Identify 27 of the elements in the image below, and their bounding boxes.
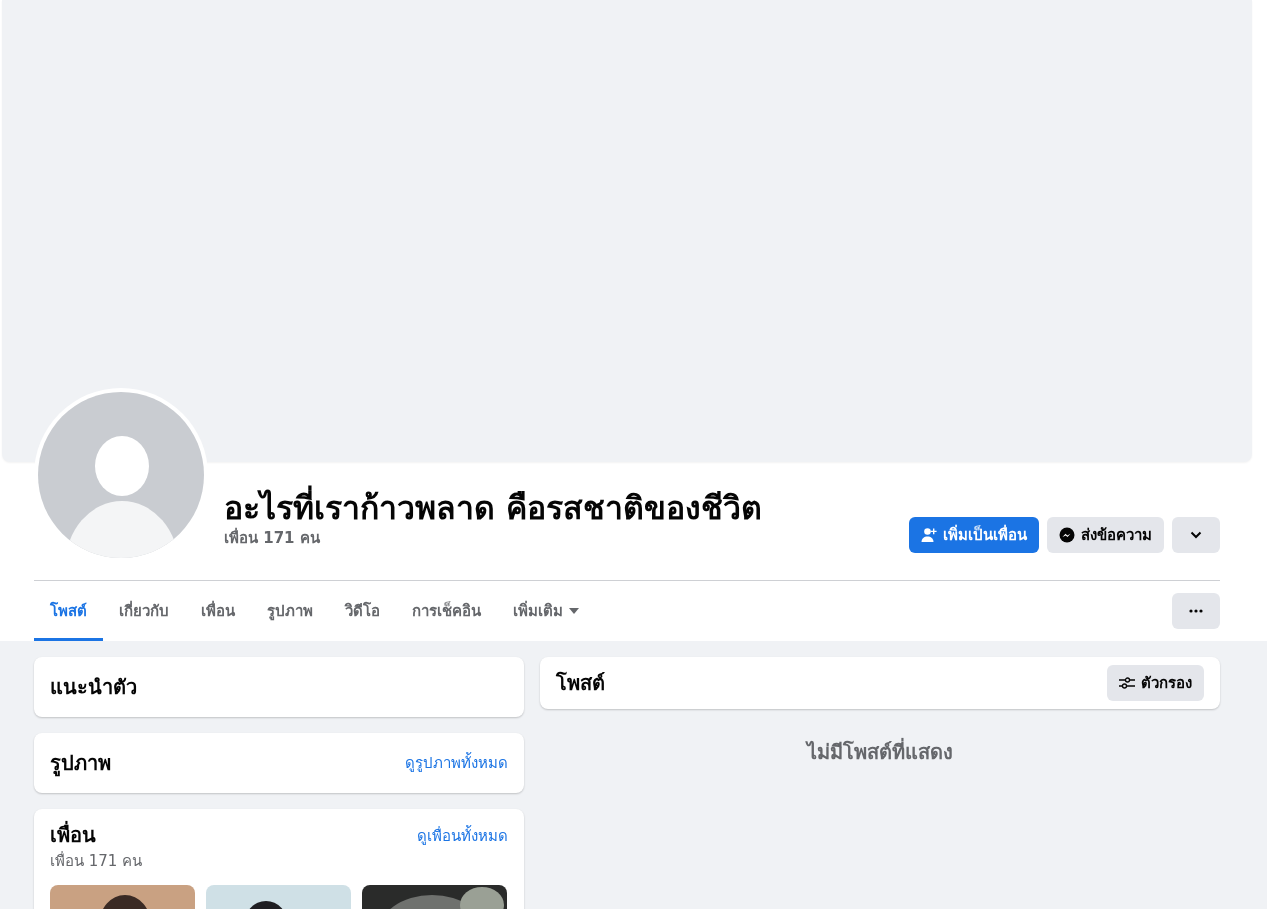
- add-friend-button[interactable]: เพิ่มเป็นเพื่อน: [909, 517, 1039, 553]
- friends-count: เพื่อน 171 คน: [50, 851, 144, 871]
- posts-title: โพสต์: [556, 670, 605, 697]
- friends-title: เพื่อน: [50, 821, 96, 849]
- see-all-photos-link[interactable]: ดูรูปภาพทั้งหมด: [405, 751, 508, 775]
- profile-tab[interactable]: การเช็คอิน: [396, 581, 497, 641]
- filter-button[interactable]: ตัวกรอง: [1107, 665, 1204, 701]
- photos-title: รูปภาพ: [50, 750, 111, 778]
- profile-tab[interactable]: รูปภาพ: [251, 581, 329, 641]
- see-all-friends-link[interactable]: ดูเพื่อนทั้งหมด: [417, 825, 508, 848]
- chevron-down-icon: [1190, 531, 1202, 539]
- message-button[interactable]: ส่งข้อความ: [1047, 517, 1164, 553]
- messenger-icon: [1059, 527, 1075, 543]
- profile-tab[interactable]: เพิ่มเติม: [497, 581, 595, 641]
- caret-icon: [569, 608, 579, 614]
- profile-tab[interactable]: วิดีโอ: [329, 581, 396, 641]
- profile-tab[interactable]: เกี่ยวกับ: [103, 581, 185, 641]
- intro-title: แนะนำตัว: [50, 674, 137, 701]
- empty-posts-message: ไม่มีโพสต์ที่แสดง: [807, 737, 953, 766]
- profile-tab[interactable]: โพสต์: [34, 581, 103, 641]
- profile-tab[interactable]: เพื่อน: [185, 581, 251, 641]
- more-options-button[interactable]: [1172, 593, 1220, 629]
- filter-icon: [1119, 677, 1135, 689]
- more-icon: [1189, 609, 1203, 613]
- friends-count[interactable]: เพื่อน 171 คน: [224, 528, 763, 548]
- dropdown-button[interactable]: [1172, 517, 1220, 553]
- add-person-icon: [921, 527, 937, 543]
